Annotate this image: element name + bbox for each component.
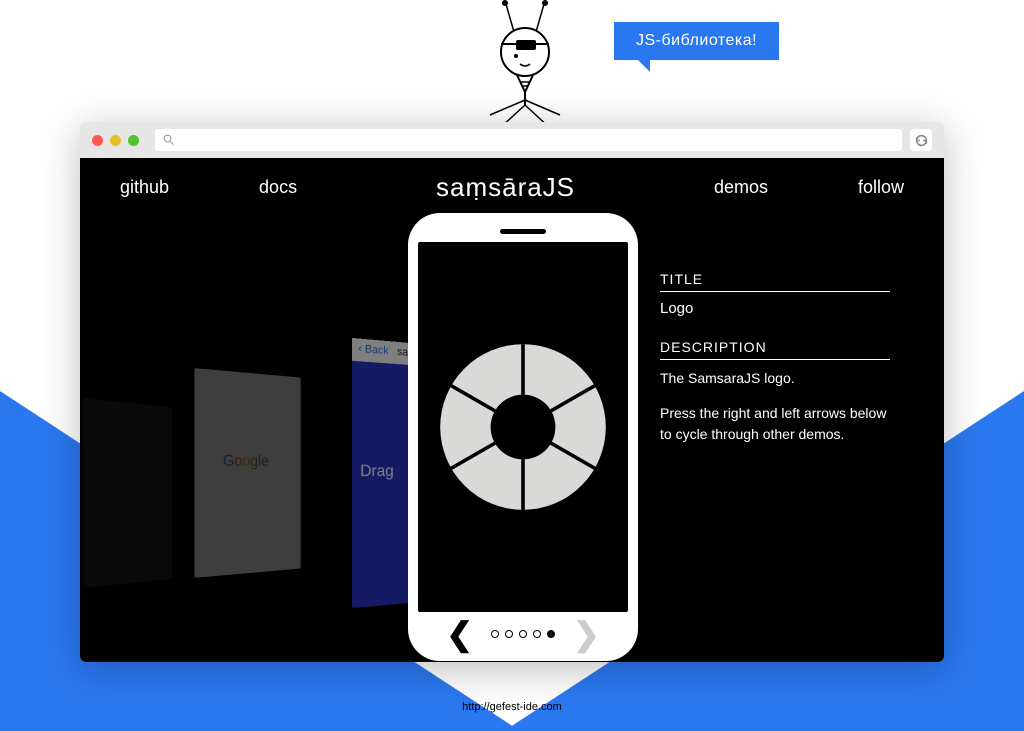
refresh-button[interactable] xyxy=(910,129,932,151)
carousel-card-2[interactable] xyxy=(194,368,300,578)
refresh-icon xyxy=(915,134,928,147)
carousel-dots xyxy=(491,630,555,638)
phone-speaker-icon xyxy=(500,229,546,234)
info-title-value: Logo xyxy=(660,300,890,317)
search-icon xyxy=(163,134,175,146)
info-title-label: TITLE xyxy=(660,271,890,292)
nav-github[interactable]: github xyxy=(120,177,169,198)
maximize-window-icon[interactable] xyxy=(128,135,139,146)
browser-viewport: github docs saṃsāraJS demos follow ‹ Bac… xyxy=(80,158,944,662)
phone-screen xyxy=(418,242,628,612)
url-bar[interactable] xyxy=(155,129,902,151)
minimize-window-icon[interactable] xyxy=(110,135,121,146)
carousel-dot[interactable] xyxy=(533,630,541,638)
top-nav: github docs saṃsāraJS demos follow xyxy=(80,158,944,213)
nav-docs[interactable]: docs xyxy=(259,177,297,198)
nav-demos[interactable]: demos xyxy=(714,177,768,198)
robot-mascot-icon xyxy=(460,0,590,130)
demo-stage: ‹ Back sam Drag xyxy=(80,213,944,653)
speech-bubble: JS-библиотека! xyxy=(614,22,779,60)
samsara-logo-icon xyxy=(433,337,613,517)
phone-mockup: ❮ ❯ xyxy=(408,213,638,661)
traffic-lights xyxy=(92,135,139,146)
nav-logo: saṃsāraJS xyxy=(436,172,575,203)
nav-follow[interactable]: follow xyxy=(858,177,904,198)
info-panel: TITLE Logo DESCRIPTION The SamsaraJS log… xyxy=(660,271,890,459)
drag-label: Drag xyxy=(360,463,394,482)
footer-link[interactable]: http://gefest-ide.com xyxy=(0,701,1024,713)
prev-arrow-button[interactable]: ❮ xyxy=(446,618,473,650)
next-arrow-button[interactable]: ❯ xyxy=(573,618,600,650)
speech-bubble-text: JS-библиотека! xyxy=(636,32,757,49)
carousel-controls: ❮ ❯ xyxy=(418,618,628,650)
info-desc-label: DESCRIPTION xyxy=(660,339,890,360)
carousel-card-1[interactable] xyxy=(83,398,172,588)
back-label: ‹ Back xyxy=(358,343,388,358)
carousel-dot-active[interactable] xyxy=(547,630,555,638)
browser-chrome xyxy=(80,122,944,158)
info-desc-text-2: Press the right and left arrows below to… xyxy=(660,403,890,445)
close-window-icon[interactable] xyxy=(92,135,103,146)
carousel-dot[interactable] xyxy=(491,630,499,638)
browser-window: github docs saṃsāraJS demos follow ‹ Bac… xyxy=(80,122,944,662)
carousel-dot[interactable] xyxy=(519,630,527,638)
carousel-dot[interactable] xyxy=(505,630,513,638)
info-desc-text-1: The SamsaraJS logo. xyxy=(660,368,890,389)
